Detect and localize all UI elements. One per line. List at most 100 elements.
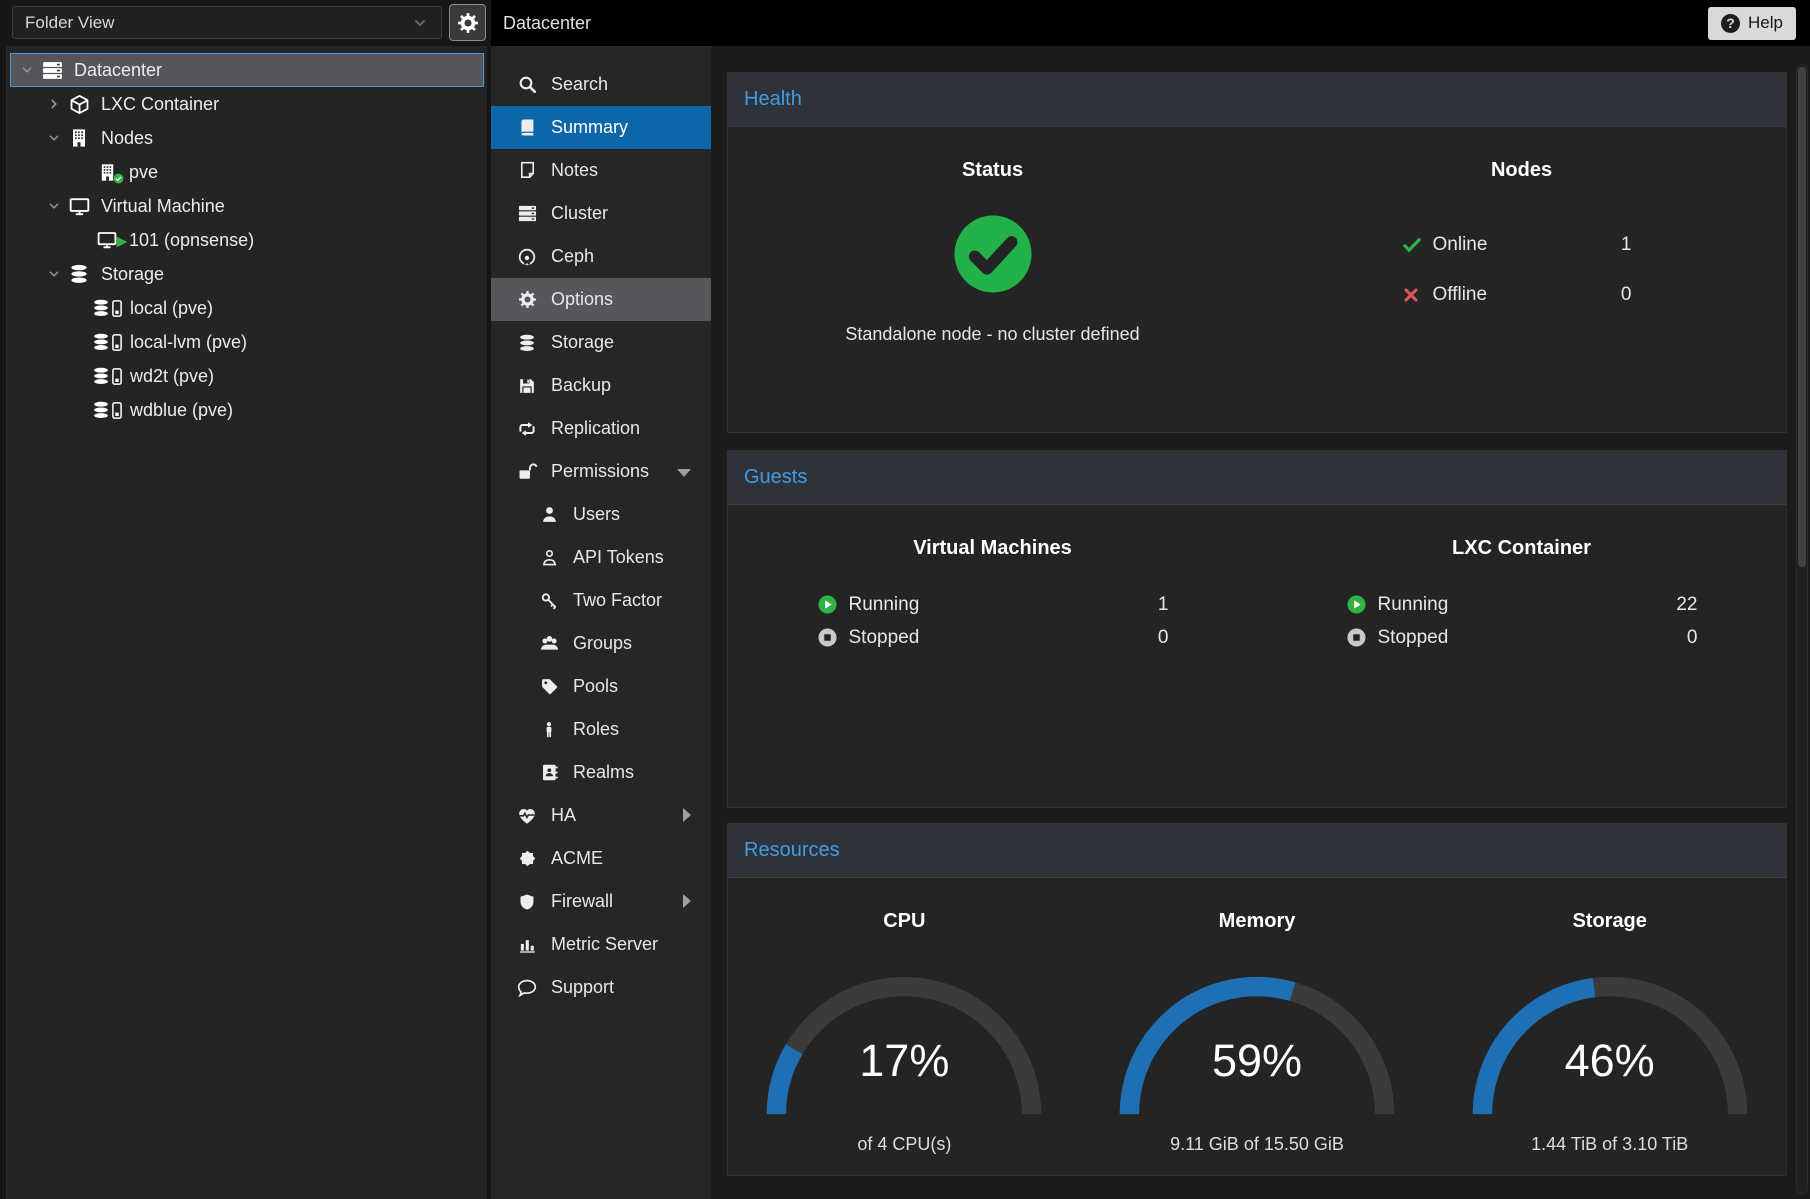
storage-heading: Storage [1433, 910, 1786, 933]
page-title: Datacenter [503, 13, 591, 34]
menu-item-pools[interactable]: Pools [491, 665, 711, 708]
tree-settings-button[interactable] [449, 4, 486, 41]
tree-item-label: 101 (opnsense) [129, 230, 254, 251]
datacenter-menu: Search Summary Notes Cluster Ceph Option… [487, 46, 711, 1199]
lxc-stopped-row: Stopped 0 [1346, 621, 1698, 654]
menu-item-search[interactable]: Search [491, 63, 711, 106]
menu-item-acme[interactable]: ACME [491, 837, 711, 880]
view-mode-select[interactable]: Folder View [12, 6, 442, 39]
floppy-icon [515, 377, 539, 395]
tree-item-storage-wdblue[interactable]: wdblue (pve) [10, 393, 484, 427]
menu-item-permissions[interactable]: Permissions [491, 450, 711, 493]
menu-item-metric-server[interactable]: Metric Server [491, 923, 711, 966]
tree-item-nodes[interactable]: Nodes [10, 121, 484, 155]
menu-item-options[interactable]: Options [491, 278, 711, 321]
sync-arrows-icon [515, 419, 539, 439]
server-stack-icon [515, 204, 539, 223]
tree-item-virtual-machine[interactable]: Virtual Machine [10, 189, 484, 223]
database-icon [66, 264, 92, 284]
caret-down-icon[interactable] [44, 130, 64, 146]
health-panel-header: Health [728, 73, 1786, 127]
help-button[interactable]: ? Help [1708, 7, 1796, 40]
resource-tree: Datacenter LXC Container Nodes pve Virtu… [0, 46, 487, 1199]
nodes-online-value: 1 [1621, 234, 1642, 256]
menu-item-realms[interactable]: Realms [491, 751, 711, 794]
menu-item-storage[interactable]: Storage [491, 321, 711, 364]
tree-item-label: Storage [101, 264, 164, 285]
menu-item-summary[interactable]: Summary [491, 106, 711, 149]
building-check-icon [94, 163, 120, 182]
database-drive-icon [92, 333, 124, 351]
tree-item-storage-local[interactable]: local (pve) [10, 291, 484, 325]
lxc-running-label: Running [1378, 594, 1449, 616]
tree-item-storage-local-lvm[interactable]: local-lvm (pve) [10, 325, 484, 359]
memory-percent: 59% [1112, 1035, 1402, 1087]
menu-item-ceph[interactable]: Ceph [491, 235, 711, 278]
vm-stopped-label: Stopped [849, 627, 920, 649]
menu-item-two-factor[interactable]: Two Factor [491, 579, 711, 622]
tree-item-lxc-container[interactable]: LXC Container [10, 87, 484, 121]
guests-lxc-column: LXC Container Running 22 Stopped 0 [1257, 505, 1786, 654]
tree-item-pve[interactable]: pve [10, 155, 484, 189]
tree-item-label: Datacenter [74, 60, 162, 81]
tree-item-storage[interactable]: Storage [10, 257, 484, 291]
scrollbar-thumb[interactable] [1798, 67, 1806, 567]
menu-item-notes[interactable]: Notes [491, 149, 711, 192]
caret-down-icon[interactable] [17, 62, 37, 78]
caret-down-icon[interactable] [44, 198, 64, 214]
cpu-percent: 17% [759, 1035, 1049, 1087]
storage-gauge-column: Storage 46% 1.44 TiB of 3.10 TiB [1433, 878, 1786, 1155]
tree-item-datacenter[interactable]: Datacenter [10, 53, 484, 87]
status-message: Standalone node - no cluster defined [728, 324, 1257, 345]
menu-item-cluster[interactable]: Cluster [491, 192, 711, 235]
vm-heading: Virtual Machines [728, 537, 1257, 560]
gear-icon [515, 290, 539, 309]
nodes-offline-value: 0 [1621, 284, 1642, 306]
resources-panel-header: Resources [728, 824, 1786, 878]
menu-item-api-tokens[interactable]: API Tokens [491, 536, 711, 579]
proxmox-datacenter-screen: Folder View Datacenter ? Help Datacenter… [0, 0, 1810, 1199]
cpu-detail: of 4 CPU(s) [728, 1134, 1081, 1155]
health-panel: Health Status Standalone node - no clust… [727, 72, 1787, 433]
user-icon [537, 505, 561, 524]
play-circle-icon [1346, 594, 1368, 615]
shield-icon [515, 893, 539, 911]
gear-icon [457, 12, 479, 34]
cross-icon [1402, 286, 1422, 304]
help-button-label: Help [1748, 13, 1783, 33]
caret-down-icon[interactable] [44, 266, 64, 282]
vm-stopped-row: Stopped 0 [817, 621, 1169, 654]
cpu-gauge-column: CPU 17% of 4 CPU(s) [728, 878, 1081, 1155]
menu-item-backup[interactable]: Backup [491, 364, 711, 407]
tag-icon [537, 677, 561, 696]
menu-item-groups[interactable]: Groups [491, 622, 711, 665]
check-badge-icon [113, 173, 124, 184]
menu-item-ha[interactable]: HA [491, 794, 711, 837]
tree-item-storage-wd2t[interactable]: wd2t (pve) [10, 359, 484, 393]
key-icon [537, 591, 561, 610]
menu-item-roles[interactable]: Roles [491, 708, 711, 751]
menu-item-firewall[interactable]: Firewall [491, 880, 711, 923]
menu-item-users[interactable]: Users [491, 493, 711, 536]
user-outline-icon [537, 548, 561, 567]
caret-right-icon[interactable] [44, 96, 64, 112]
cpu-gauge: 17% [759, 969, 1049, 1124]
lxc-heading: LXC Container [1257, 537, 1786, 560]
vm-running-row: Running 1 [817, 588, 1169, 621]
resources-panel: Resources CPU 17% of 4 CPU(s) Memory [727, 823, 1787, 1176]
comment-icon [515, 978, 539, 998]
menu-item-support[interactable]: Support [491, 966, 711, 1009]
database-drive-icon [92, 367, 124, 385]
tree-item-label: local-lvm (pve) [130, 332, 247, 353]
lxc-running-value: 22 [1676, 594, 1697, 616]
guests-vm-column: Virtual Machines Running 1 Stopped 0 [728, 505, 1257, 654]
tree-item-label: wd2t (pve) [130, 366, 214, 387]
status-heading: Status [728, 159, 1257, 182]
nodes-online-label: Online [1433, 234, 1488, 256]
menu-item-replication[interactable]: Replication [491, 407, 711, 450]
vertical-scrollbar[interactable] [1796, 64, 1808, 1194]
nodes-online-row: Online 1 [1402, 220, 1642, 270]
play-circle-icon [817, 594, 839, 615]
memory-gauge: 59% [1112, 969, 1402, 1124]
tree-item-vm-101[interactable]: 101 (opnsense) [10, 223, 484, 257]
